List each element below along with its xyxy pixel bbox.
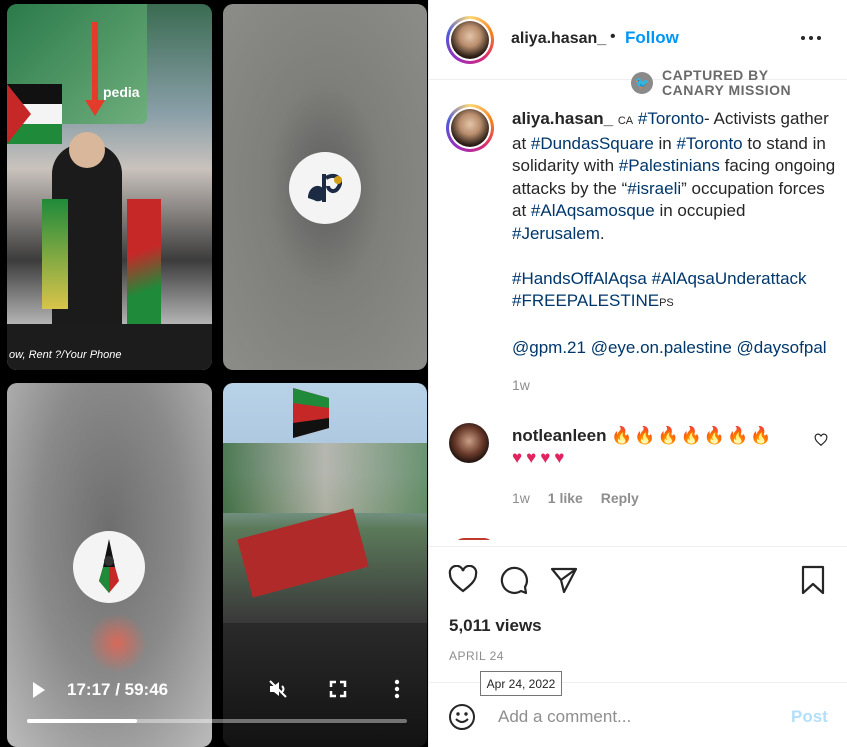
crowd-flags (223, 443, 427, 513)
post-date[interactable]: APRIL 24 (449, 649, 504, 663)
caption-text: in occupied (654, 201, 746, 220)
video-player[interactable]: pedia ow, Rent ?/Your Phone 17:17 / 59:4… (0, 0, 428, 747)
stage-banner-text: ow, Rent ?/Your Phone (9, 349, 122, 361)
reply-button[interactable]: Reply (601, 490, 639, 506)
comment: notleanleen 🔥🔥🔥🔥🔥🔥🔥 ♥♥♥♥ (512, 425, 812, 469)
header-username[interactable]: aliya.hasan_ (511, 30, 606, 48)
comment-age: 1w (512, 490, 530, 506)
date-tooltip: Apr 24, 2022 (480, 671, 562, 696)
comment-likes[interactable]: 1 like (548, 490, 583, 506)
caption-age[interactable]: 1w (512, 374, 837, 397)
hashtag-link[interactable]: #Palestinians (619, 156, 720, 175)
heart-emojis: ♥♥♥♥ (512, 448, 569, 467)
speaker-head (69, 132, 105, 168)
region-tag: PS (659, 297, 674, 309)
hashtag-link[interactable]: #HandsOffAlAqsa (512, 269, 647, 288)
comment-meta: 1w 1 like Reply (512, 490, 639, 506)
knife-logo-icon (73, 531, 145, 603)
flag-cape (127, 199, 161, 329)
video-tile-blurred (223, 4, 427, 370)
share-icon[interactable] (549, 565, 579, 595)
canary-mission-logo-icon: 🐦 (631, 72, 653, 94)
hashtag-link[interactable]: #AlAqsaUnderattack (652, 269, 807, 288)
comment-input[interactable]: Add a comment... (498, 707, 631, 727)
mention-link[interactable]: @daysofpal (737, 338, 827, 357)
emoji-icon[interactable] (448, 703, 476, 731)
like-comment-icon[interactable] (814, 433, 828, 447)
commenter-avatar[interactable] (449, 423, 489, 463)
time-display: 17:17 / 59:46 (67, 680, 169, 699)
blur-red-spot (87, 613, 147, 673)
action-bar (429, 546, 847, 606)
watermark-line2: CANARY MISSION (662, 82, 792, 98)
watermark: CAPTURED BY CANARY MISSION (662, 68, 791, 98)
avatar[interactable] (446, 16, 494, 64)
caption-avatar[interactable] (446, 104, 494, 152)
billboard-text: pedia (103, 84, 140, 100)
more-options-icon[interactable] (801, 36, 821, 40)
hashtag-link[interactable]: #AlAqsamosque (531, 201, 655, 220)
caption-username[interactable]: aliya.hasan_ (512, 109, 613, 128)
comment-icon[interactable] (499, 565, 529, 595)
large-flag (237, 508, 369, 598)
region-tag: CA (617, 115, 634, 127)
video-controls: 17:17 / 59:46 (0, 666, 428, 747)
post-panel: aliya.hasan_ • Follow 🐦 CAPTURED BY CANA… (428, 0, 847, 747)
watermark-line1: CAPTURED BY (662, 67, 769, 83)
mute-icon[interactable] (267, 678, 289, 700)
mention-link[interactable]: @gpm.21 (512, 338, 586, 357)
hashtag-link[interactable]: #FREEPALESTINE (512, 291, 659, 310)
separator-dot: • (610, 28, 616, 45)
video-progress-bar[interactable] (27, 719, 407, 723)
video-progress-fill (27, 719, 138, 723)
play-icon[interactable] (33, 682, 45, 698)
mention-link[interactable]: @eye.on.palestine (591, 338, 732, 357)
post-caption: aliya.hasan_ CA #Toronto- Activists gath… (512, 108, 837, 396)
red-arrow-annotation (85, 22, 105, 116)
hashtag-link[interactable]: #Toronto (676, 134, 742, 153)
scarf (42, 199, 68, 309)
dp-logo-icon (289, 152, 361, 224)
hashtag-link[interactable]: #Toronto (638, 109, 704, 128)
save-icon[interactable] (801, 565, 825, 595)
post-button[interactable]: Post (791, 707, 828, 727)
more-vertical-icon[interactable] (386, 678, 408, 700)
comment-username[interactable]: notleanleen (512, 426, 606, 445)
comments-scroll-area[interactable]: aliya.hasan_ CA #Toronto- Activists gath… (429, 100, 847, 540)
follow-button[interactable]: Follow (625, 28, 679, 48)
caption-text: in (653, 133, 677, 153)
video-tile-speaker: pedia ow, Rent ?/Your Phone (7, 4, 212, 370)
like-icon[interactable] (448, 565, 478, 593)
palestine-flag (7, 84, 62, 144)
hashtag-link[interactable]: #DundasSquare (531, 134, 654, 153)
caption-text: . (599, 223, 605, 243)
fullscreen-icon[interactable] (327, 678, 349, 700)
next-comment-avatar (454, 538, 494, 540)
fire-emojis: 🔥🔥🔥🔥🔥🔥🔥 (611, 426, 774, 445)
hashtag-link[interactable]: #Jerusalem (512, 224, 600, 243)
stage (7, 324, 212, 370)
view-count[interactable]: 5,011 views (449, 616, 542, 636)
hashtag-link[interactable]: #israeli (627, 179, 681, 198)
